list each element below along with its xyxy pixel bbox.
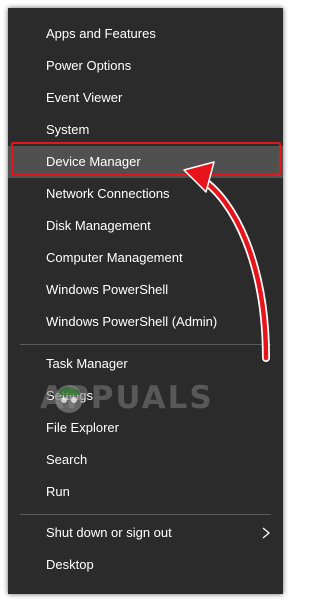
menu-item-task-manager[interactable]: Task Manager <box>8 348 283 380</box>
menu-item-network-connections[interactable]: Network Connections <box>8 178 283 210</box>
menu-item-file-explorer[interactable]: File Explorer <box>8 412 283 444</box>
menu-item-shut-down-or-sign-out[interactable]: Shut down or sign out <box>8 517 283 549</box>
menu-separator <box>20 344 271 345</box>
menu-item-windows-powershell[interactable]: Windows PowerShell <box>8 274 283 306</box>
menu-separator <box>20 514 271 515</box>
menu-item-disk-management[interactable]: Disk Management <box>8 210 283 242</box>
menu-item-power-options[interactable]: Power Options <box>8 50 283 82</box>
menu-item-windows-powershell-admin[interactable]: Windows PowerShell (Admin) <box>8 306 283 338</box>
menu-item-run[interactable]: Run <box>8 476 283 508</box>
menu-item-apps-and-features[interactable]: Apps and Features <box>8 18 283 50</box>
annotation-highlight-box <box>11 142 281 176</box>
chevron-right-icon <box>262 527 271 539</box>
menu-item-desktop[interactable]: Desktop <box>8 549 283 581</box>
winx-power-user-menu: Apps and Features Power Options Event Vi… <box>8 8 283 594</box>
menu-item-label: Shut down or sign out <box>46 525 172 540</box>
menu-item-event-viewer[interactable]: Event Viewer <box>8 82 283 114</box>
menu-item-search[interactable]: Search <box>8 444 283 476</box>
appuals-mascot-logo <box>55 385 83 413</box>
menu-item-computer-management[interactable]: Computer Management <box>8 242 283 274</box>
